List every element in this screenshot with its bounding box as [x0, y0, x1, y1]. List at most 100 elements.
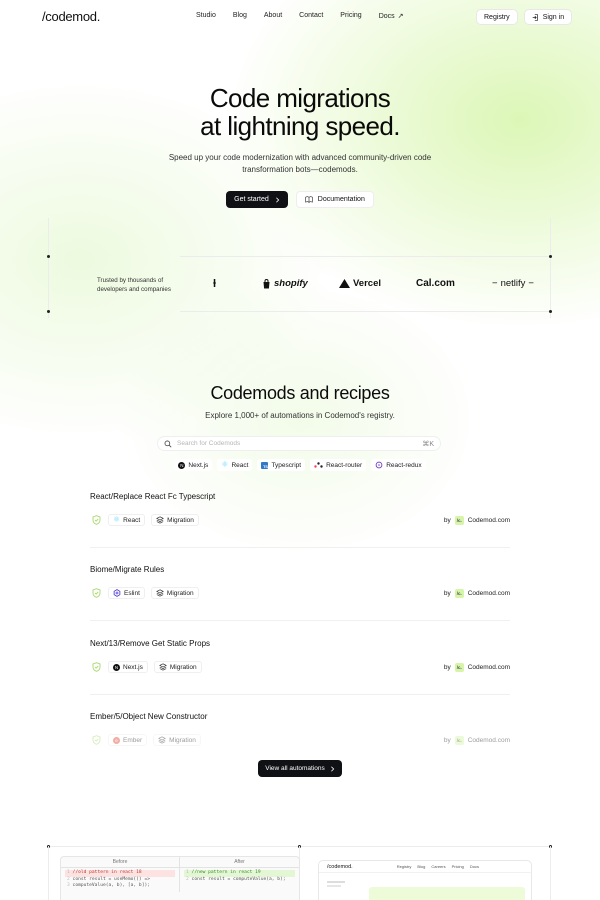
nav-link-pricing[interactable]: Pricing	[340, 12, 361, 20]
shopify-wordmark: shopify	[274, 278, 308, 289]
search-input[interactable]	[177, 440, 418, 447]
filter-react[interactable]: ⚛ React	[217, 459, 253, 471]
frame-dot	[47, 310, 50, 313]
vercel-logo: Vercel	[339, 278, 381, 289]
frame-line-h-bottom	[180, 311, 550, 312]
codemod-card-title[interactable]: Biome/Migrate Rules	[90, 565, 164, 574]
codemod-card-meta: Eslint Migration	[90, 587, 199, 599]
codemod-card[interactable]: Biome/Migrate Rules Eslint Migration by …	[90, 565, 510, 635]
get-started-button[interactable]: Get started	[226, 191, 288, 208]
author-name[interactable]: Codemod.com	[468, 517, 510, 524]
codemod-card-meta: ⚛ React Migration	[90, 514, 199, 526]
shopify-logo: shopify	[262, 278, 308, 289]
mini-content-block	[369, 887, 525, 900]
sign-in-label: Sign in	[542, 13, 565, 21]
cal-com-wordmark: Cal.com	[416, 278, 455, 289]
framework-filters: N Next.js ⚛ React TS Typescript React-ro…	[0, 459, 600, 471]
vercel-triangle-icon	[339, 279, 350, 288]
hero-title-line1: Code migrations	[209, 83, 391, 113]
react-icon: ⚛	[113, 515, 121, 524]
framework-tag[interactable]: N Next.js	[108, 661, 148, 673]
frame-line-v-right	[550, 218, 551, 318]
codemod-card-title[interactable]: Ember/5/Object New Constructor	[90, 712, 207, 721]
nav-link-blog[interactable]: Blog	[233, 12, 247, 20]
netlify-dash-icon: −	[492, 278, 498, 289]
filter-react-router[interactable]: React-router	[310, 459, 367, 471]
hero-subtitle-line1: Speed up your code modernization with ad…	[168, 153, 432, 162]
nav-links: Studio Blog About Contact Pricing Docs ↗	[196, 12, 421, 20]
sign-in-icon	[532, 13, 538, 21]
chevron-right-icon	[275, 196, 279, 203]
redux-icon	[375, 461, 383, 469]
layers-icon	[156, 516, 165, 524]
ember-icon: e	[113, 736, 120, 744]
cal-com-logo: Cal.com	[416, 278, 455, 289]
codemod-card-title[interactable]: Next/13/Remove Get Static Props	[90, 639, 210, 648]
verified-shield-icon	[90, 661, 102, 673]
by-label: by	[443, 736, 451, 744]
nav-link-contact[interactable]: Contact	[299, 12, 323, 20]
filter-react-redux[interactable]: React-redux	[371, 459, 426, 471]
codemod-card-title[interactable]: React/Replace React Fc Typescript	[90, 492, 215, 501]
codemod-card[interactable]: Next/13/Remove Get Static Props N Next.js…	[90, 639, 510, 709]
nav-link-about[interactable]: About	[264, 12, 282, 20]
codemod-search-bar[interactable]: ⌘K	[157, 436, 441, 451]
search-icon	[164, 440, 172, 447]
mini-logo: /codemod.	[327, 863, 353, 870]
search-shortcut-hint: ⌘K	[422, 440, 434, 448]
registry-button[interactable]: Registry	[476, 9, 518, 25]
author-info: by /c. Codemod.com	[444, 734, 510, 746]
view-all-automations-button[interactable]: View all automations	[258, 760, 342, 777]
framework-tag[interactable]: ⚛ React	[108, 514, 146, 526]
framework-tag-label: Eslint	[124, 589, 140, 597]
diff-body: 1 //old pattern in react 18 2 const resu…	[61, 868, 299, 892]
layers-icon	[158, 663, 167, 671]
codemod-avatar: /c.	[454, 662, 464, 672]
by-label: by	[443, 589, 451, 597]
author-name[interactable]: Codemod.com	[468, 590, 510, 597]
filter-typescript-label: Typescript	[271, 461, 302, 469]
filter-nextjs[interactable]: N Next.js	[174, 459, 213, 471]
author-name[interactable]: Codemod.com	[468, 737, 510, 744]
framework-tag[interactable]: Eslint	[108, 587, 145, 599]
filter-react-label: React	[231, 461, 249, 469]
hero-subtitle-line2: transformation bots—codemods.	[242, 164, 358, 174]
migration-tag[interactable]: Migration	[153, 661, 202, 673]
migration-tag-label: Migration	[166, 589, 194, 597]
codemod-logo[interactable]: /codemod.	[42, 9, 100, 24]
hero-subtitle: Speed up your code modernization with ad…	[160, 152, 440, 175]
nextjs-icon: N	[178, 461, 186, 469]
migration-tag[interactable]: Migration	[153, 734, 201, 746]
frame-dot	[549, 310, 552, 313]
nav-link-docs[interactable]: Docs ↗	[379, 12, 404, 21]
author-name[interactable]: Codemod.com	[468, 664, 510, 671]
partial-brand-logo: ƚ	[213, 278, 217, 290]
external-arrow-icon: ↗	[397, 13, 404, 20]
nav-link-studio[interactable]: Studio	[196, 12, 216, 20]
documentation-button[interactable]: Documentation	[295, 191, 374, 208]
filter-typescript[interactable]: TS Typescript	[257, 459, 306, 471]
migration-tag[interactable]: Migration	[150, 587, 199, 599]
migration-tag[interactable]: Migration	[151, 514, 199, 526]
by-label: by	[443, 663, 451, 671]
sign-in-button[interactable]: Sign in	[523, 9, 573, 25]
frame-dot	[549, 255, 552, 258]
verified-shield-icon	[90, 514, 102, 526]
mini-nav-link: Blog	[417, 864, 426, 869]
codemod-avatar: /c.	[454, 735, 464, 745]
eslint-icon	[113, 589, 121, 597]
mini-sidebar	[327, 879, 357, 889]
diff-before-pane: 1 //old pattern in react 18 2 const resu…	[61, 868, 180, 892]
framework-tag-label: Ember	[123, 736, 143, 744]
trusted-line2: developers and companies	[97, 286, 171, 293]
frame-line-h-top	[180, 256, 550, 257]
framework-tag[interactable]: e Ember	[108, 734, 148, 746]
typescript-icon: TS	[261, 461, 269, 469]
before-code-line-1: //old pattern in react 18	[72, 870, 142, 875]
chevron-right-icon	[330, 765, 334, 772]
diff-header: Before After	[61, 857, 299, 868]
shopify-bag-icon	[263, 278, 270, 288]
codemod-card[interactable]: React/Replace React Fc Typescript ⚛ React…	[90, 492, 510, 562]
by-label: by	[443, 516, 451, 524]
verified-shield-icon	[90, 587, 102, 599]
